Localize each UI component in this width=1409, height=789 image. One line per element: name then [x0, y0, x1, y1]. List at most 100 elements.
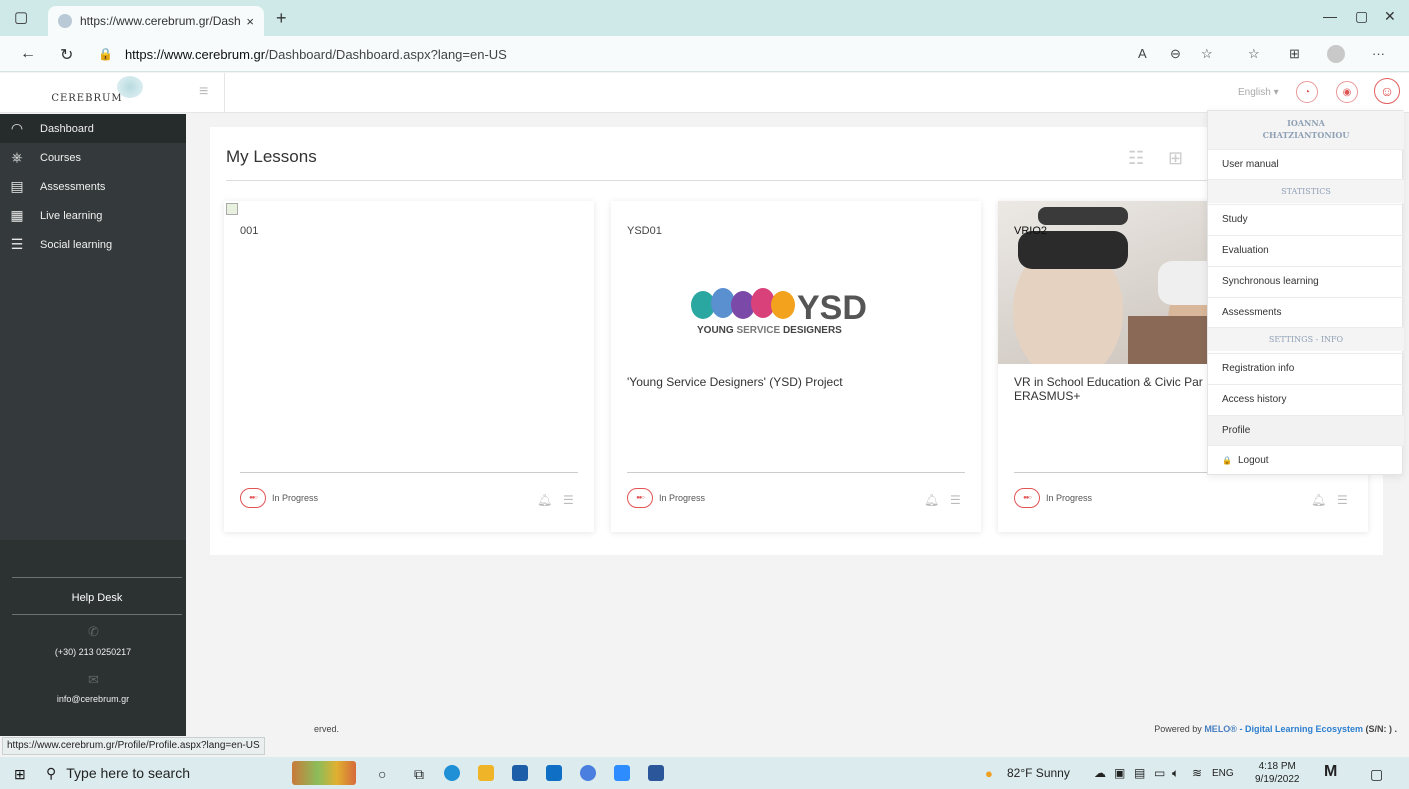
close-window-icon[interactable]: ✕ [1384, 8, 1396, 25]
cortana-icon[interactable]: ○ [378, 766, 386, 782]
input-language[interactable]: ENG [1212, 768, 1234, 779]
url-host: https://www.cerebrum.gr [124, 46, 266, 62]
tab-actions-icon[interactable]: ▢ [14, 8, 28, 26]
bell-icon[interactable]: 🔔︎ [924, 493, 939, 507]
windows-taskbar: ⊞ ⚲ Type here to search ○ ⧉ ● 82°F Sunny… [0, 757, 1409, 789]
maximize-icon[interactable]: ▢ [1355, 8, 1368, 25]
lock-icon: 🔒 [98, 47, 113, 61]
weather-text[interactable]: 82°F Sunny [1007, 766, 1070, 780]
task-view-icon[interactable]: ⧉ [414, 766, 424, 783]
menu-item-user-manual[interactable]: User manual [1208, 149, 1404, 179]
sidebar-item-dashboard[interactable]: ◠ Dashboard [0, 114, 186, 143]
taskbar-clock[interactable]: 4:18 PM 9/19/2022 [1255, 760, 1300, 786]
in-progress-icon: ●●○ [240, 488, 266, 508]
menu-item-assessments[interactable]: Assessments [1208, 297, 1404, 327]
chat-app-icon[interactable] [580, 765, 596, 781]
list-icon[interactable]: ☰ [563, 493, 574, 507]
lesson-status: ●●○ In Progress [240, 488, 318, 508]
zoom-icon[interactable]: ⊖ [1170, 46, 1181, 62]
tray-display-icon[interactable]: ▤ [1134, 766, 1145, 780]
list-icon[interactable]: ☰ [950, 493, 961, 507]
lesson-code: VRIO2 [1014, 225, 1048, 237]
edge-icon[interactable] [444, 765, 460, 781]
lesson-card[interactable]: 001 ●●○ In Progress 🔔︎ ☰ [224, 201, 594, 532]
file-explorer-icon[interactable] [478, 765, 494, 781]
address-bar-row: ← ↻ 🔒 https://www.cerebrum.gr/Dashboard/… [0, 36, 1409, 72]
collections-icon[interactable]: ⊞ [1289, 46, 1300, 62]
menu-item-study[interactable]: Study [1208, 204, 1404, 234]
browser-profile-avatar[interactable] [1327, 45, 1345, 63]
header-divider [224, 73, 225, 113]
sidebar-item-assessments[interactable]: ▤ Assessments [0, 172, 186, 201]
list-icon[interactable]: ☰ [1337, 493, 1348, 507]
menu-item-synchronous-learning[interactable]: Synchronous learning [1208, 266, 1404, 296]
menu-item-profile[interactable]: Profile [1208, 415, 1404, 445]
ysd-logo-image: YSD YOUNG SERVICE DESIGNERS [691, 288, 867, 335]
grid-view-icon[interactable]: ⊞ [1168, 148, 1183, 169]
browser-tab[interactable]: https://www.cerebrum.gr/Dashb × [48, 6, 264, 36]
search-highlight-image[interactable] [292, 761, 356, 785]
page-title: My Lessons [226, 147, 317, 166]
copyright-text: erved. [314, 724, 340, 734]
reload-icon[interactable]: ↻ [60, 45, 73, 65]
volume-icon[interactable]: 🔈︎ [1172, 766, 1179, 781]
messages-icon[interactable]: ◉ [1336, 81, 1358, 103]
app-header: CEREBRUM ≡ English ▾ ◔ ◉ ☺ [0, 73, 1409, 113]
browser-menu-icon[interactable]: ··· [1372, 46, 1385, 61]
new-tab-button[interactable]: + [276, 8, 287, 29]
ysd-logo-sub-c: DESIGNERS [783, 325, 842, 335]
sidebar-item-live-learning[interactable]: ▦ Live learning [0, 201, 186, 230]
sidebar-item-label: Live learning [40, 209, 103, 222]
serial-number: (S/N: ) . [1363, 724, 1398, 734]
wifi-icon[interactable]: ≋ [1192, 766, 1202, 780]
favorite-star-icon[interactable]: ☆ [1201, 46, 1213, 62]
lesson-title[interactable]: VR in School Education & Civic Par ERASM… [1014, 375, 1214, 403]
melo-link[interactable]: MELO® [1204, 724, 1237, 734]
cerebrum-logo[interactable]: CEREBRUM [0, 73, 194, 113]
store-icon[interactable] [512, 765, 528, 781]
url-field[interactable]: 🔒 https://www.cerebrum.gr/Dashboard/Dash… [98, 42, 1198, 66]
dle-link[interactable]: Digital Learning Ecosystem [1245, 724, 1363, 734]
status-label: In Progress [659, 493, 706, 503]
lesson-title[interactable]: 'Young Service Designers' (YSD) Project [627, 375, 957, 389]
notification-center-icon[interactable]: ▢ [1370, 766, 1383, 783]
ysd-logo-text: YSD [797, 289, 867, 327]
minimize-icon[interactable]: — [1323, 8, 1337, 24]
favorites-list-icon[interactable]: ☆ [1248, 46, 1260, 62]
menu-item-registration-info[interactable]: Registration info [1208, 353, 1404, 383]
back-icon[interactable]: ← [20, 45, 36, 63]
user-profile-icon[interactable]: ☺ [1374, 78, 1400, 104]
help-desk-phone[interactable]: (+30) 213 0250217 [0, 647, 186, 657]
sidebar-item-label: Courses [40, 151, 81, 164]
sidebar-item-social-learning[interactable]: ☰ Social learning [0, 230, 186, 259]
bell-icon[interactable]: 🔔︎ [1311, 493, 1326, 507]
zoom-app-icon[interactable] [614, 765, 630, 781]
list-view-icon[interactable]: ☷ [1128, 148, 1144, 169]
sidebar-item-courses[interactable]: ⎈ Courses [0, 143, 186, 172]
read-aloud-icon[interactable]: A [1138, 46, 1147, 61]
tray-app-icon[interactable]: ▣ [1114, 766, 1125, 780]
onedrive-icon[interactable]: ☁ [1094, 766, 1106, 780]
ysd-logo-sub-a: YOUNG [697, 325, 734, 335]
menu-item-logout[interactable]: 🔒 Logout [1208, 445, 1404, 475]
mendeley-icon[interactable]: M [1324, 763, 1337, 781]
bell-icon[interactable]: 🔔︎ [537, 493, 552, 507]
language-selector[interactable]: English ▾ [1238, 87, 1279, 98]
word-icon[interactable] [648, 765, 664, 781]
footer-dash: - [1236, 724, 1245, 734]
social-learning-icon: ☰ [10, 236, 24, 252]
taskbar-search-box[interactable]: ⚲ Type here to search [36, 761, 276, 785]
lesson-code: 001 [240, 225, 259, 237]
help-desk-email[interactable]: info@cerebrum.gr [0, 694, 186, 704]
tab-close-icon[interactable]: × [246, 14, 254, 29]
notifications-icon[interactable]: ◔ [1296, 81, 1318, 103]
battery-icon[interactable]: ▭ [1154, 766, 1165, 780]
menu-item-access-history[interactable]: Access history [1208, 384, 1404, 414]
user-dropdown-menu: IOANNA CHATZIANTONIOU User manual STATIS… [1207, 110, 1404, 475]
mail-app-icon[interactable] [546, 765, 562, 781]
user-name: IOANNA CHATZIANTONIOU [1208, 111, 1404, 149]
menu-item-evaluation[interactable]: Evaluation [1208, 235, 1404, 265]
hamburger-menu-icon[interactable]: ≡ [199, 83, 208, 101]
lesson-card[interactable]: YSD01 YSD YOUNG SERVICE DESIGNERS 'Young… [611, 201, 981, 532]
windows-start-icon[interactable]: ⊞ [14, 766, 26, 783]
